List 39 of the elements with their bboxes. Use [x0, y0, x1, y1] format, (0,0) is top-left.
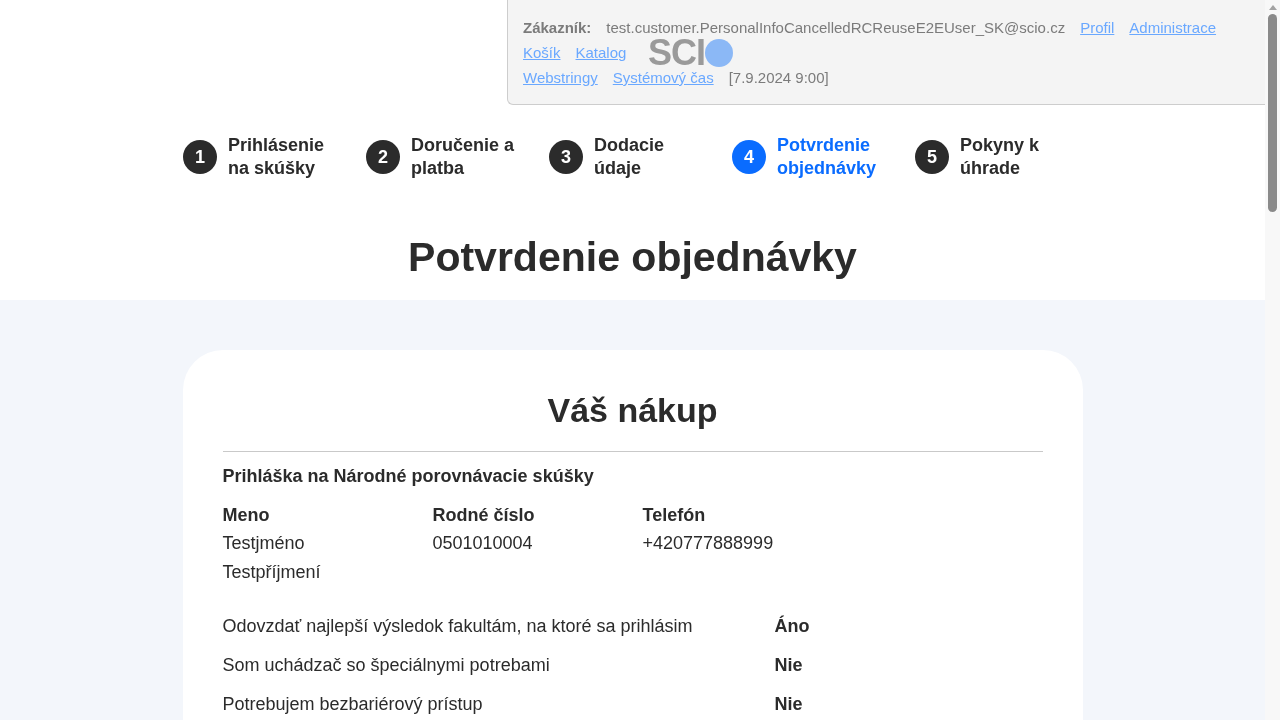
logo-circle-icon: [705, 39, 733, 67]
step-label: Doručenie a platba: [411, 134, 516, 180]
product-title: Prihláška na Národné porovnávacie skúšky: [222, 465, 594, 488]
detail-label: Som uchádzač so špeciálnymi potrebami: [222, 655, 550, 676]
scroll-up-arrow-icon[interactable]: [1268, 5, 1277, 10]
admin-text: [7.9.2024 9:00]: [728, 69, 829, 86]
field-value: +420777888999: [642, 532, 774, 555]
step-number: 3: [549, 140, 583, 174]
step-number: 5: [915, 140, 949, 174]
step-label: Potvrdenie objednávky: [777, 134, 878, 180]
step-number: 1: [183, 140, 217, 174]
admin-link[interactable]: Administrace: [1129, 19, 1217, 36]
admin-link[interactable]: Webstringy: [523, 69, 598, 86]
column-heading: Rodné číslo: [432, 504, 535, 527]
admin-text: test.customer.PersonalInfoCancelledRCReuseE2EUser_SK@scio.cz: [606, 19, 1066, 36]
detail-value: Nie: [774, 694, 803, 715]
field-value: 0501010004: [432, 532, 533, 555]
logo-text: SCI: [648, 39, 705, 67]
column-heading: Meno: [222, 504, 270, 527]
admin-link[interactable]: Katalog: [575, 44, 627, 61]
step-number: 4: [732, 140, 766, 174]
step-number: 2: [366, 140, 400, 174]
card-title: Váš nákup: [547, 390, 718, 430]
field-value: Testpříjmení: [222, 561, 321, 584]
step-label: Pokyny k úhrade: [960, 134, 1041, 180]
admin-link[interactable]: Systémový čas: [612, 69, 714, 86]
detail-value: Nie: [774, 655, 803, 676]
step-label: Dodacie údaje: [594, 134, 666, 180]
detail-value: Áno: [774, 616, 810, 637]
customer-label: Zákazník:: [523, 19, 592, 36]
page-title: Potvrdenie objednávky: [408, 234, 857, 280]
field-value: Testjméno: [222, 532, 305, 555]
scrollbar-thumb[interactable]: [1268, 14, 1277, 212]
detail-label: Odovzdať najlepší výsledok fakultám, na ktoré sa prihlásim: [222, 616, 693, 637]
admin-link[interactable]: Profil: [1080, 19, 1115, 36]
step-label: Prihlásenie na skúšky: [228, 134, 326, 180]
column-heading: Telefón: [642, 504, 706, 527]
admin-link[interactable]: Košík: [523, 44, 561, 61]
detail-label: Potrebujem bezbariérový prístup: [222, 694, 483, 715]
